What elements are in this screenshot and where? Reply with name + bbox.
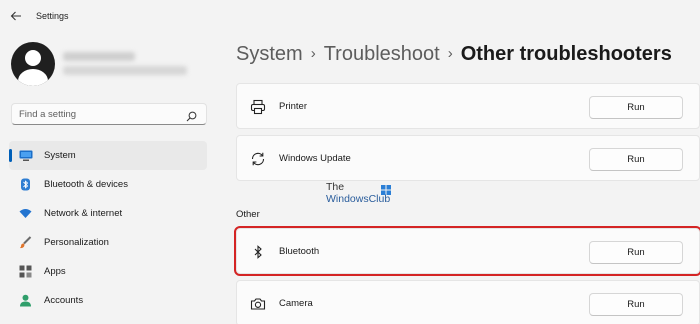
- section-heading-other: Other: [236, 209, 260, 220]
- sidebar-item-personalization[interactable]: Personalization: [9, 228, 207, 257]
- sidebar-item-label: Network & internet: [44, 208, 123, 219]
- windows-logo-icon: [381, 182, 391, 195]
- sidebar-item-accounts[interactable]: Accounts: [9, 286, 207, 315]
- breadcrumb-troubleshoot[interactable]: Troubleshoot: [324, 43, 440, 65]
- bluetooth-devices-icon: [19, 178, 32, 191]
- sidebar-item-label: Accounts: [44, 295, 84, 306]
- sidebar-item-system[interactable]: System: [9, 141, 207, 170]
- sidebar-item-label: System: [44, 150, 76, 161]
- profile-name-redacted: [63, 52, 135, 61]
- active-indicator: [9, 149, 12, 162]
- brush-icon: [19, 236, 32, 249]
- monitor-icon: [19, 149, 33, 162]
- troubleshooter-bluetooth: Bluetooth Run: [234, 226, 700, 276]
- page-title: Other troubleshooters: [460, 43, 672, 65]
- breadcrumb-separator: ›: [310, 45, 316, 62]
- printer-icon: [250, 99, 266, 115]
- search-input[interactable]: Find a setting: [11, 103, 207, 125]
- troubleshooter-label: Windows Update: [279, 153, 351, 164]
- avatar: [11, 42, 55, 86]
- wifi-icon: [19, 207, 32, 220]
- person-icon: [19, 294, 32, 307]
- app-title: Settings: [36, 11, 69, 21]
- profile-email-redacted: [63, 66, 187, 75]
- user-profile[interactable]: [11, 42, 201, 86]
- breadcrumb: System › Troubleshoot › Other troubleshooter…: [236, 43, 672, 66]
- run-button[interactable]: Run: [589, 96, 683, 119]
- sidebar-item-network[interactable]: Network & internet: [9, 199, 207, 228]
- back-arrow-icon[interactable]: [10, 10, 24, 24]
- troubleshooter-label: Printer: [279, 101, 307, 112]
- sidebar-nav: System Bluetooth & devices Network & int…: [9, 141, 207, 315]
- camera-icon: [250, 296, 266, 312]
- bluetooth-icon: [250, 244, 266, 260]
- sidebar-item-bluetooth-devices[interactable]: Bluetooth & devices: [9, 170, 207, 199]
- troubleshooter-windows-update: Windows Update Run: [236, 135, 700, 181]
- apps-icon: [19, 265, 32, 278]
- troubleshooter-label: Camera: [279, 298, 313, 309]
- search-icon: [186, 109, 197, 122]
- sidebar-item-label: Personalization: [44, 237, 109, 248]
- run-button[interactable]: Run: [589, 241, 683, 264]
- refresh-icon: [250, 151, 266, 167]
- troubleshooter-label: Bluetooth: [279, 246, 320, 257]
- run-button[interactable]: Run: [589, 293, 683, 316]
- search-placeholder: Find a setting: [19, 109, 77, 120]
- sidebar-item-label: Bluetooth & devices: [44, 179, 128, 190]
- sidebar-item-label: Apps: [44, 266, 66, 277]
- sidebar-item-apps[interactable]: Apps: [9, 257, 207, 286]
- breadcrumb-separator: ›: [447, 45, 453, 62]
- troubleshooter-printer: Printer Run: [236, 83, 700, 129]
- title-bar: Settings: [0, 0, 700, 34]
- troubleshooter-camera: Camera Run: [236, 280, 700, 324]
- run-button[interactable]: Run: [589, 148, 683, 171]
- breadcrumb-system[interactable]: System: [236, 43, 303, 65]
